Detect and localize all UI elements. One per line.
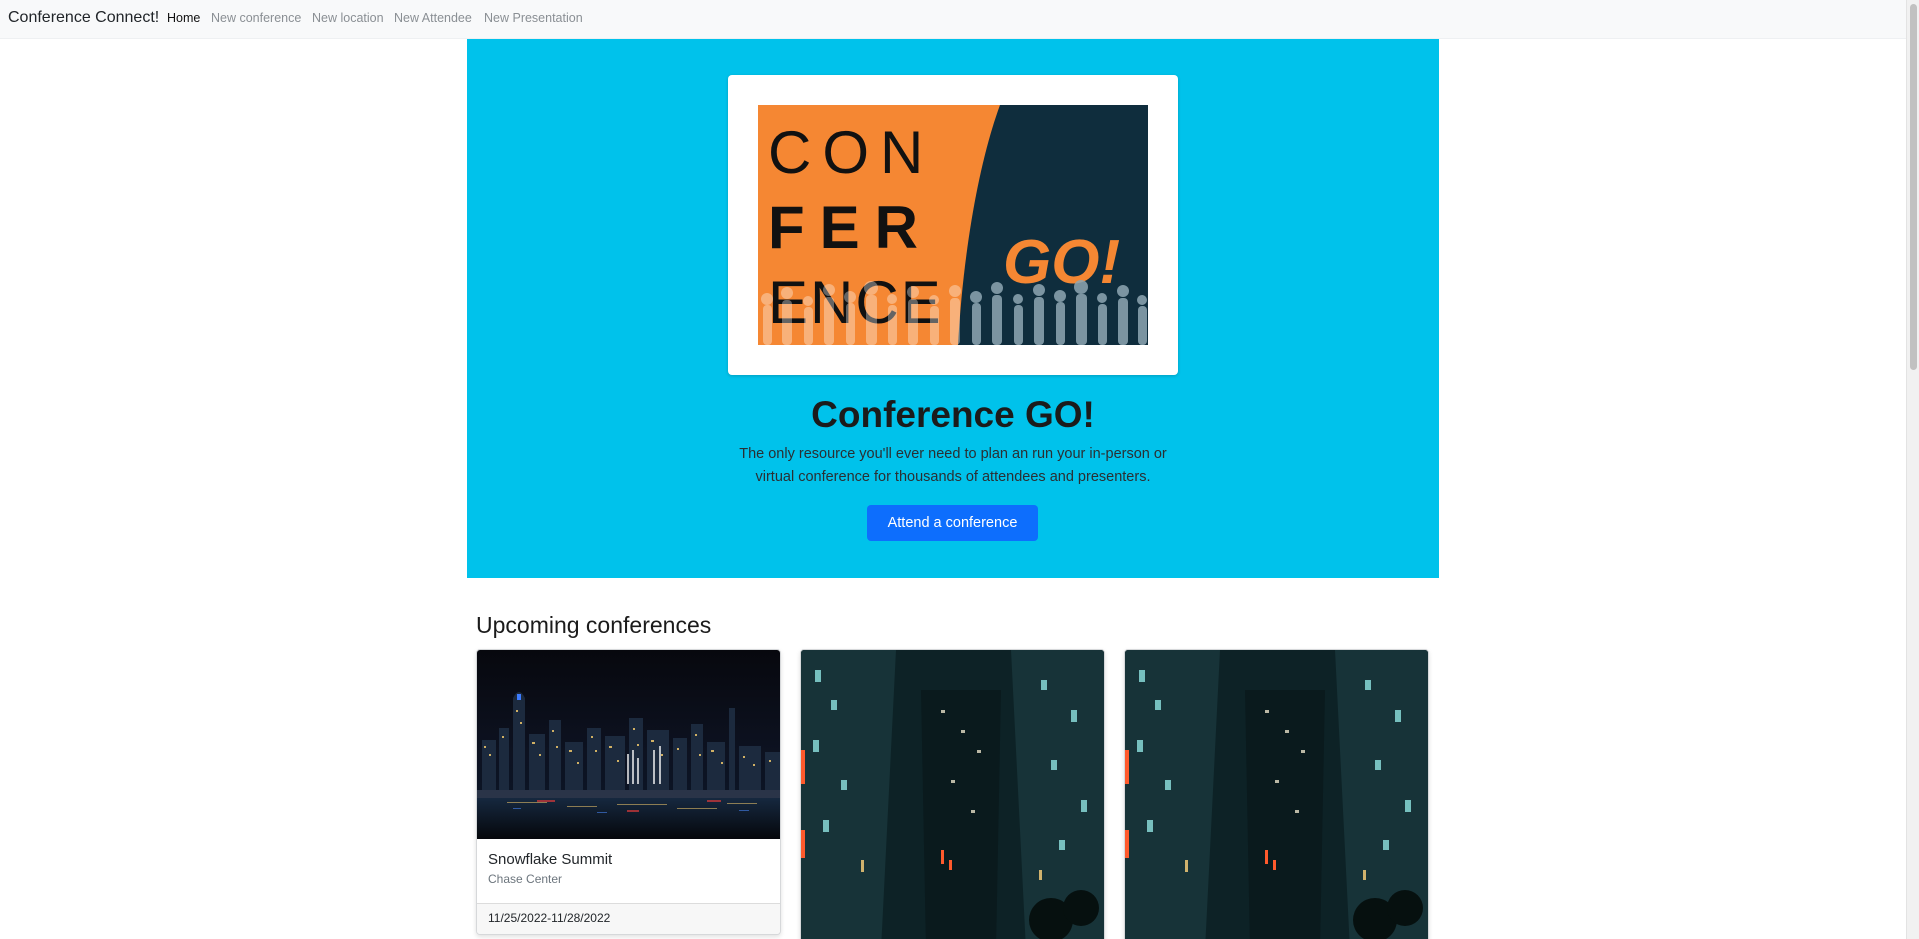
city-skyline-image: [477, 650, 780, 839]
hero-description-line-2: virtual conference for thousands of atte…: [755, 469, 1151, 485]
nav-link-new-location[interactable]: New location: [312, 11, 384, 25]
city-street-image: [801, 650, 1104, 939]
card-body: Snowflake Summit Chase Center: [477, 839, 780, 903]
conference-card[interactable]: [800, 649, 1105, 939]
conference-go-logo: CON FER ENCE GO!: [758, 105, 1148, 345]
conference-name: Snowflake Summit: [488, 851, 613, 868]
conference-dates: 11/25/2022-11/28/2022: [477, 903, 780, 934]
logo-text-con: CON: [768, 119, 934, 186]
hero-description: The only resource you'll ever need to pl…: [727, 443, 1179, 489]
nav-link-new-conference[interactable]: New conference: [211, 11, 301, 25]
upcoming-conferences-heading: Upcoming conferences: [476, 612, 712, 638]
conference-card[interactable]: Snowflake Summit Chase Center 11/25/2022…: [476, 649, 781, 935]
logo-text-go: GO!: [1003, 228, 1120, 297]
hero-title: Conference GO!: [811, 394, 1095, 435]
nav-link-new-presentation[interactable]: New Presentation: [484, 11, 583, 25]
navbar-brand[interactable]: Conference Connect!: [8, 9, 159, 27]
hero-description-line-1: The only resource you'll ever need to pl…: [739, 446, 1167, 462]
conference-logo-frame: CON FER ENCE GO!: [728, 75, 1178, 375]
conference-location: Chase Center: [488, 872, 563, 886]
page-scrollbar[interactable]: [1906, 0, 1919, 939]
nav-link-home[interactable]: Home: [167, 11, 200, 25]
top-navbar: Conference Connect! Home New conference …: [0, 0, 1919, 39]
logo-text-fer: FER: [768, 194, 933, 261]
hero-banner: CON FER ENCE GO! Conference GO! The only…: [467, 39, 1439, 578]
scrollbar-thumb[interactable]: [1910, 4, 1917, 370]
nav-link-new-attendee[interactable]: New Attendee: [394, 11, 472, 25]
attend-conference-button[interactable]: Attend a conference: [867, 505, 1038, 541]
conference-card[interactable]: [1124, 649, 1429, 939]
city-street-image: [1125, 650, 1428, 939]
